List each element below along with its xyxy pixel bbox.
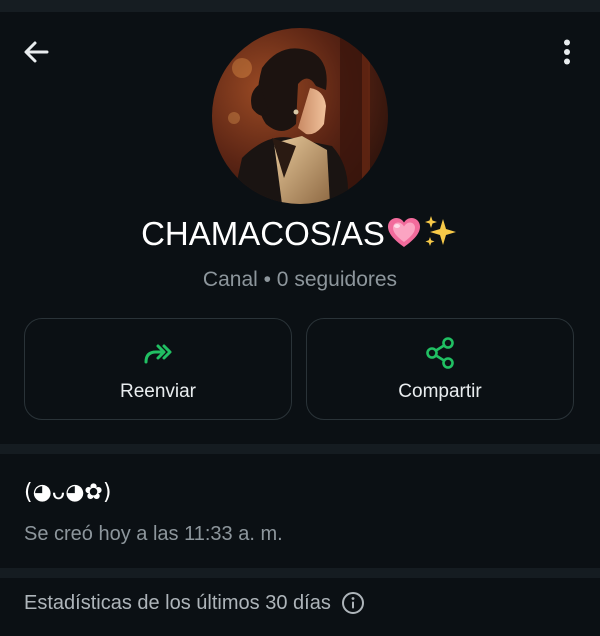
forward-icon xyxy=(144,344,172,364)
share-icon-wrap xyxy=(307,337,573,369)
section-divider xyxy=(0,444,600,454)
stats-row[interactable]: Estadísticas de los últimos 30 días xyxy=(24,588,365,618)
channel-name: CHAMACOS/AS xyxy=(141,215,385,252)
more-vertical-icon xyxy=(564,39,570,65)
status-bar-strip xyxy=(0,0,600,12)
section-divider xyxy=(0,568,600,578)
avatar-image xyxy=(212,28,388,204)
back-button[interactable] xyxy=(18,36,54,68)
forward-label: Reenviar xyxy=(119,381,197,402)
share-label: Compartir xyxy=(398,381,482,402)
share-button[interactable]: Compartir xyxy=(306,318,574,420)
info-button[interactable] xyxy=(341,591,365,615)
sparkles-emoji-icon xyxy=(424,216,456,246)
channel-avatar[interactable] xyxy=(212,28,388,204)
more-options-button[interactable] xyxy=(552,34,582,70)
info-icon xyxy=(341,592,364,614)
back-arrow-icon xyxy=(24,41,49,63)
stats-label: Estadísticas de los últimos 30 días xyxy=(24,592,331,614)
forward-icon-wrap xyxy=(25,337,291,369)
channel-info-screen: CHAMACOS/AS Canal • 0 seguidores Reenvia… xyxy=(0,0,600,636)
share-icon xyxy=(426,337,454,369)
channel-created-date: Se creó hoy a las 11:33 a. m. xyxy=(24,523,283,545)
channel-subtitle: Canal • 0 seguidores xyxy=(202,268,398,291)
channel-description: (◕ᴗ◕✿) xyxy=(24,480,112,505)
channel-title: CHAMACOS/AS xyxy=(0,212,600,256)
pink-heart-emoji-icon xyxy=(387,218,420,247)
forward-button[interactable]: Reenviar xyxy=(24,318,292,420)
